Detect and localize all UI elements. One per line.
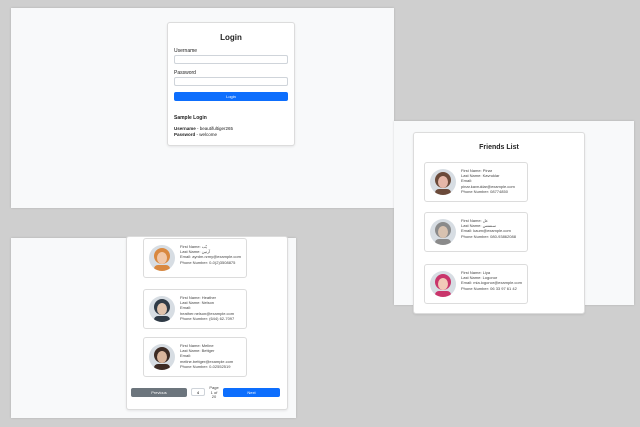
friends-list-panel: Friends List First Name: Pinar Last Name:… [394,121,634,314]
avatar-image [430,271,456,297]
friend-details: First Name: عل Last Name: سنتنتس Email: ka… [461,218,516,239]
password-input[interactable] [174,77,288,86]
friends-list-title: Friends List [479,144,519,151]
avatar-image [430,219,456,245]
username-label: Username [174,48,198,54]
login-card: Login Username Password Login Sample Log… [167,22,295,146]
friend-detail-line: Phone Number: 0-02552519 [180,363,231,369]
avatar-image [430,169,456,195]
sample-username: Username - beautifultiger265 [174,126,233,131]
page-of-line: 20 [211,394,217,399]
pagination: Previous Page 1 of 20 Next [129,385,285,400]
previous-button[interactable]: Previous [131,388,187,397]
page-of-label: Page 1 of 20 [209,385,219,400]
login-button[interactable]: Login [174,92,288,101]
friend-card: First Name: Pinar Last Name: Kavruklar Ema… [424,162,528,202]
avatar [430,169,456,195]
paged-friends-panel: First Name: يّب Last Name: آرتين Email: ay… [11,236,296,418]
friend-details: First Name: Heather Last Name: Nelson Emai… [180,295,234,321]
friend-card: First Name: Heather Last Name: Nelson Emai… [143,289,247,329]
friend-details: First Name: Pinar Last Name: Kavruklar Ema… [461,168,515,194]
friend-detail-line: Phone Number: 08774850 [461,188,508,194]
friend-detail-line: Email: mia.logonor@example.com [461,280,522,286]
friend-detail-line: Email: ayrdm.rzmy@example.com [180,254,241,260]
avatar-image [149,245,175,271]
sample-password: Password - welcome [174,132,217,137]
avatar-image [149,296,175,322]
friend-card: First Name: يّب Last Name: آرتين Email: ay… [143,238,247,278]
avatar [430,271,456,297]
sample-username-value: - beautifultiger265 [197,126,234,131]
avatar-image [149,344,175,370]
friend-detail-line: Phone Number: (644) 62-7097 [180,315,235,321]
next-button[interactable]: Next [223,388,280,397]
friend-detail-line: Phone Number: 0-0(2)3508875 [180,259,236,265]
sample-login-title: Sample Login [174,115,207,121]
friend-details: First Name: Liya Last Name: Logonor Email:… [461,270,522,291]
avatar [149,344,175,370]
avatar [149,245,175,271]
friends-list-card: Friends List First Name: Pinar Last Name:… [413,132,585,314]
friend-detail-line: Email: kaum@example.com [461,228,511,234]
friend-detail-line: Phone Number: 080-93862088 [461,233,516,239]
friend-detail-line: Phone Number: 06 33 97 61 42 [461,285,517,291]
login-title: Login [220,33,242,42]
username-input[interactable] [174,55,288,64]
login-panel: Login Username Password Login Sample Log… [11,8,394,208]
friend-card: First Name: Meline Last Name: Bettger Emai… [143,337,247,377]
friend-details: First Name: Meline Last Name: Bettger Emai… [180,343,233,369]
friend-card: First Name: Liya Last Name: Logonor Email:… [424,264,528,304]
sample-password-value: - welcome [196,132,218,137]
paged-friends-card: First Name: يّب Last Name: آرتين Email: ay… [126,236,288,410]
sample-password-label: Password [174,132,196,137]
sample-username-label: Username [174,126,196,131]
friend-details: First Name: يّب Last Name: آرتين Email: ay… [180,244,241,265]
avatar [149,296,175,322]
avatar [430,219,456,245]
password-label: Password [174,70,196,76]
page-number-input[interactable] [191,388,205,396]
friend-card: First Name: عل Last Name: سنتنتس Email: ka… [424,212,528,252]
